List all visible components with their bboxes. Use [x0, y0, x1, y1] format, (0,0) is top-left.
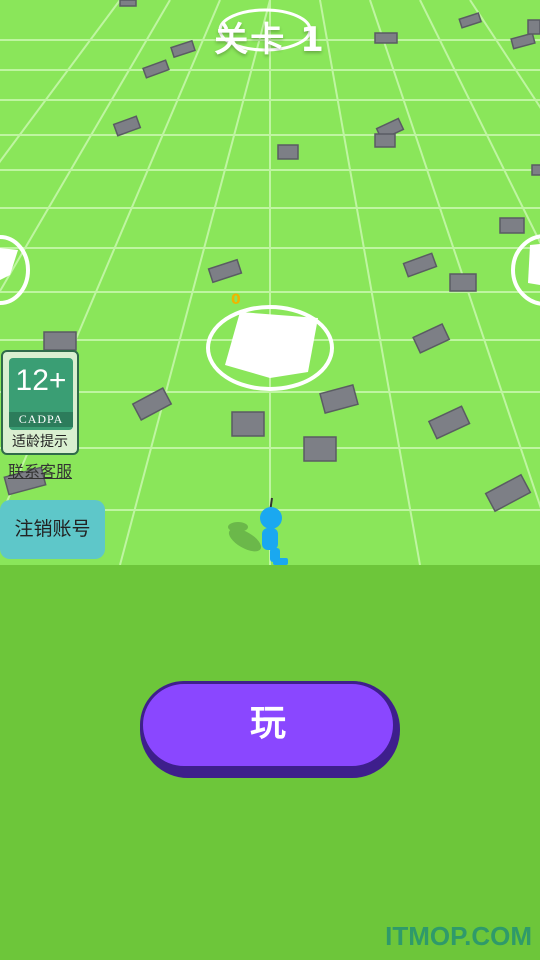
player-character	[260, 497, 288, 565]
score-counter: 0	[231, 292, 241, 308]
player-shadow	[228, 522, 262, 552]
play-button-shadow: 玩	[140, 681, 400, 778]
game-field: 关卡 1 0	[0, 0, 540, 565]
white-tile	[225, 312, 318, 378]
watermark: ITMOP.COM	[385, 921, 532, 951]
play-button[interactable]: 玩	[140, 681, 396, 769]
level-title: 关卡 1	[214, 20, 326, 60]
age-rating-panel: 12+ CADPA	[9, 358, 73, 430]
age-rating-text: 12+	[15, 364, 67, 397]
grid-floor	[0, 0, 540, 565]
customer-service-link[interactable]: 联系客服	[8, 458, 72, 482]
logout-button[interactable]: 注销账号	[0, 500, 105, 559]
age-tip-label: 适龄提示	[12, 434, 68, 450]
age-rating-badge[interactable]: 12+ CADPA 适龄提示	[1, 350, 79, 455]
stone-block	[3, 0, 540, 513]
rating-organization: CADPA	[9, 412, 73, 427]
